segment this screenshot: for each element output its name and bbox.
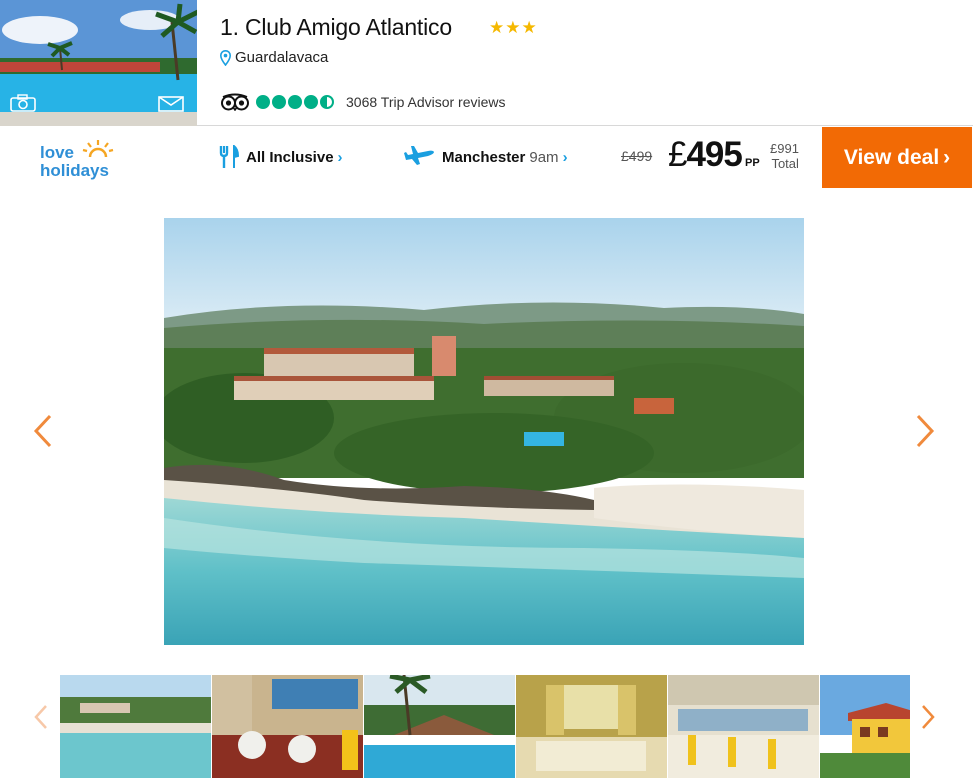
thumbnail-pool[interactable] bbox=[364, 675, 515, 778]
strip-prev-button[interactable] bbox=[29, 697, 53, 737]
rating-bubble bbox=[320, 95, 334, 109]
price-value: 495 bbox=[686, 135, 742, 174]
location-label: Guardalavaca bbox=[235, 49, 329, 66]
chevron-right-icon bbox=[922, 705, 935, 729]
view-deal-label: View deal bbox=[843, 145, 940, 169]
tripadvisor-rating[interactable]: 3068 Trip Advisor reviews bbox=[220, 93, 506, 111]
mail-icon[interactable] bbox=[158, 96, 184, 112]
sun-icon bbox=[82, 140, 114, 158]
rating-bubble bbox=[304, 95, 318, 109]
cutlery-icon bbox=[219, 145, 239, 168]
flight-link[interactable]: Manchester 9am › bbox=[404, 145, 568, 169]
thumbnail-villa[interactable] bbox=[820, 675, 910, 778]
total-label: Total bbox=[771, 156, 799, 171]
thumbnail-strip bbox=[60, 675, 910, 778]
chevron-right-icon: › bbox=[337, 148, 343, 166]
loveholidays-logo[interactable]: love holidays bbox=[38, 135, 128, 181]
star-rating: ★★★ bbox=[489, 18, 538, 37]
logo-line-1: love bbox=[40, 143, 75, 162]
total-price: £991 bbox=[770, 141, 799, 156]
gallery-next-button[interactable] bbox=[913, 411, 937, 451]
thumbnail-restaurant[interactable] bbox=[212, 675, 363, 778]
view-deal-button[interactable]: View deal › bbox=[822, 127, 972, 188]
old-price: £499 bbox=[621, 148, 653, 164]
strip-next-button[interactable] bbox=[916, 697, 940, 737]
departure-time: 9am bbox=[529, 148, 559, 166]
thumbnail-dining-hall[interactable] bbox=[668, 675, 819, 778]
camera-icon[interactable] bbox=[10, 94, 36, 112]
thumbnail-bedroom[interactable] bbox=[516, 675, 667, 778]
board-label: All Inclusive bbox=[246, 148, 334, 166]
chevron-left-icon bbox=[34, 705, 47, 729]
chevron-right-icon: › bbox=[562, 148, 568, 166]
deal-bar: love holidays All Inclusive › Manchester… bbox=[0, 127, 973, 188]
logo-line-2: holidays bbox=[40, 161, 109, 180]
chevron-right-icon: › bbox=[943, 145, 951, 169]
price-per-person: £495 bbox=[668, 135, 743, 175]
hotel-location: Guardalavaca bbox=[220, 49, 328, 66]
chevron-right-icon bbox=[916, 414, 935, 448]
rating-bubble bbox=[288, 95, 302, 109]
rating-bubbles bbox=[256, 95, 334, 109]
hotel-header: 1. Club Amigo Atlantico ★★★ Guardalavaca… bbox=[0, 0, 973, 126]
currency-symbol: £ bbox=[668, 135, 687, 174]
rating-bubble bbox=[256, 95, 270, 109]
hotel-thumbnail[interactable] bbox=[0, 0, 197, 126]
rating-bubble bbox=[272, 95, 286, 109]
main-gallery-photo[interactable] bbox=[164, 218, 804, 645]
hotel-title[interactable]: 1. Club Amigo Atlantico bbox=[220, 14, 452, 41]
departure-airport: Manchester bbox=[442, 148, 526, 166]
map-pin-icon bbox=[220, 49, 231, 66]
board-basis-link[interactable]: All Inclusive › bbox=[219, 145, 343, 169]
chevron-left-icon bbox=[33, 414, 52, 448]
total-price-block: £991 Total bbox=[770, 141, 799, 171]
per-person-label: PP bbox=[745, 157, 760, 169]
tripadvisor-owl-icon bbox=[221, 93, 249, 111]
gallery-prev-button[interactable] bbox=[31, 411, 55, 451]
thumbnail-aerial-resort[interactable] bbox=[60, 675, 211, 778]
review-count[interactable]: 3068 Trip Advisor reviews bbox=[346, 94, 506, 110]
plane-icon bbox=[404, 146, 434, 165]
